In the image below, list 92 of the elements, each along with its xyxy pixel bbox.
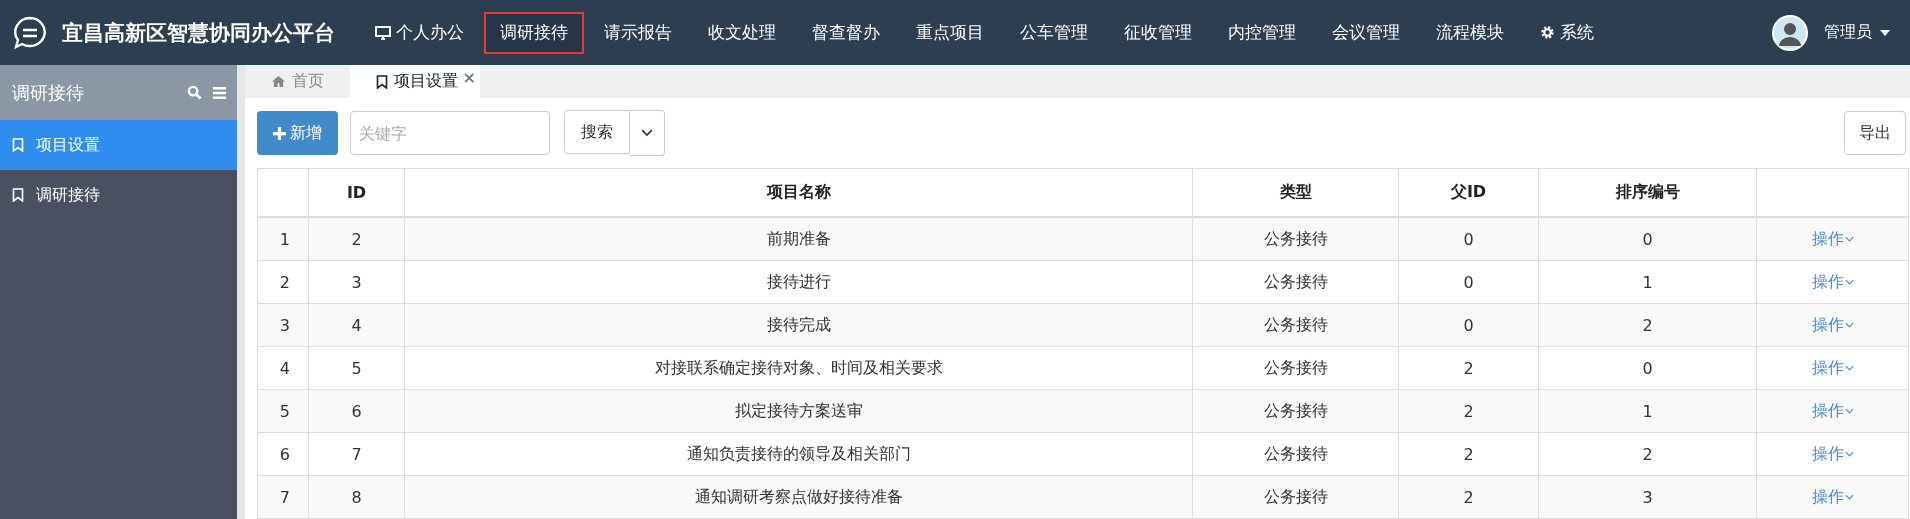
table-cell: 2	[1398, 389, 1539, 433]
table-cell: 0	[1398, 260, 1539, 304]
table-cell: 公务接待	[1192, 389, 1399, 433]
table-cell: 0	[1538, 346, 1757, 390]
table-cell: 2	[1398, 475, 1539, 519]
nav-item[interactable]: 调研接待	[484, 11, 584, 54]
nav-item[interactable]: 征收管理	[1108, 11, 1208, 54]
chevron-down-icon	[1844, 279, 1854, 285]
search-field[interactable]: 关键字	[350, 111, 550, 155]
table-cell: 3	[1538, 475, 1757, 519]
caret-icon	[1880, 29, 1890, 36]
row-number: 6	[257, 432, 309, 476]
chat-bubble-logo	[12, 14, 48, 51]
action-link[interactable]: 操作	[1811, 228, 1854, 250]
nav-item[interactable]: 重点项目	[900, 11, 1000, 54]
settings-icon	[1540, 25, 1555, 40]
table-cell: 接待完成	[404, 303, 1193, 347]
tab[interactable]: 项目设置 ×	[350, 65, 480, 98]
nav-item[interactable]: 系统	[1524, 11, 1610, 54]
bookmark-icon	[12, 138, 24, 152]
avatar-icon	[1772, 14, 1808, 51]
chevron-down-icon	[641, 129, 653, 137]
table-cell: 2	[1398, 346, 1539, 390]
sidebar-title: 调研接待	[12, 80, 85, 105]
app-title: 宜昌高新区智慧协同办公平台	[62, 19, 335, 47]
menu-icon[interactable]	[212, 85, 227, 100]
nav-item[interactable]: 收文处理	[692, 11, 792, 54]
table-cell: 6	[308, 389, 405, 433]
nav-item[interactable]: 督查督办	[796, 11, 896, 54]
bookmark-icon	[376, 74, 388, 89]
table-cell: 1	[1538, 389, 1757, 433]
table-cell: 1	[1538, 260, 1757, 304]
monitor-icon	[375, 25, 391, 40]
user-menu[interactable]: 管理员	[1818, 21, 1896, 44]
chevron-down-icon	[1844, 365, 1854, 371]
table-cell: 公务接待	[1192, 432, 1399, 476]
export-button[interactable]: 导出	[1844, 111, 1906, 155]
row-number: 1	[257, 217, 309, 261]
chevron-down-icon	[1844, 494, 1854, 500]
table-cell: 7	[308, 432, 405, 476]
table-cell: 公务接待	[1192, 260, 1399, 304]
home-icon	[271, 75, 286, 88]
table-cell: 前期准备	[404, 217, 1193, 261]
nav-item[interactable]: 流程模块	[1420, 11, 1520, 54]
sidebar-item[interactable]: 调研接待	[0, 170, 237, 220]
dropdown-button[interactable]	[630, 110, 665, 156]
table-cell: 2	[1398, 432, 1539, 476]
action-link[interactable]: 操作	[1811, 357, 1854, 379]
table-cell: 公务接待	[1192, 346, 1399, 390]
plus-icon	[273, 126, 286, 140]
row-number: 7	[257, 475, 309, 519]
action-link[interactable]: 操作	[1811, 271, 1854, 293]
row-number: 5	[257, 389, 309, 433]
action-link[interactable]: 操作	[1811, 314, 1854, 336]
table-cell: 2	[1538, 303, 1757, 347]
row-number: 4	[257, 346, 309, 390]
table-cell: 4	[308, 303, 405, 347]
action-link[interactable]: 操作	[1811, 400, 1854, 422]
bookmark-icon	[12, 188, 24, 202]
nav-item[interactable]: 个人办公	[359, 11, 480, 54]
table-cell: 公务接待	[1192, 303, 1399, 347]
table-cell: 8	[308, 475, 405, 519]
table-cell: 接待进行	[404, 260, 1193, 304]
table-cell: 0	[1398, 303, 1539, 347]
search-button[interactable]: 搜索	[564, 110, 630, 154]
row-number: 2	[257, 260, 309, 304]
table-cell: 0	[1398, 217, 1539, 261]
nav-item[interactable]: 请示报告	[588, 11, 688, 54]
close-tab-button[interactable]: ×	[462, 68, 476, 87]
table-cell: 2	[308, 217, 405, 261]
search-icon[interactable]	[187, 85, 202, 100]
table-cell: 2	[1538, 432, 1757, 476]
table-cell: 公务接待	[1192, 475, 1399, 519]
table-cell: 通知负责接待的领导及相关部门	[404, 432, 1193, 476]
chevron-down-icon	[1844, 408, 1854, 414]
nav-item[interactable]: 内控管理	[1212, 11, 1312, 54]
add-button[interactable]: 新增	[257, 111, 338, 155]
row-number: 3	[257, 303, 309, 347]
action-link[interactable]: 操作	[1811, 486, 1854, 508]
table-cell: 拟定接待方案送审	[404, 389, 1193, 433]
nav-item[interactable]: 公车管理	[1004, 11, 1104, 54]
table-cell: 公务接待	[1192, 217, 1399, 261]
chevron-down-icon	[1844, 451, 1854, 457]
chevron-down-icon	[1844, 236, 1854, 242]
table-cell: 通知调研考察点做好接待准备	[404, 475, 1193, 519]
table-cell: 对接联系确定接待对象、时间及相关要求	[404, 346, 1193, 390]
table-cell: 0	[1538, 217, 1757, 261]
nav-item[interactable]: 会议管理	[1316, 11, 1416, 54]
table-cell: 3	[308, 260, 405, 304]
action-link[interactable]: 操作	[1811, 443, 1854, 465]
table-cell: 5	[308, 346, 405, 390]
chevron-down-icon	[1844, 322, 1854, 328]
